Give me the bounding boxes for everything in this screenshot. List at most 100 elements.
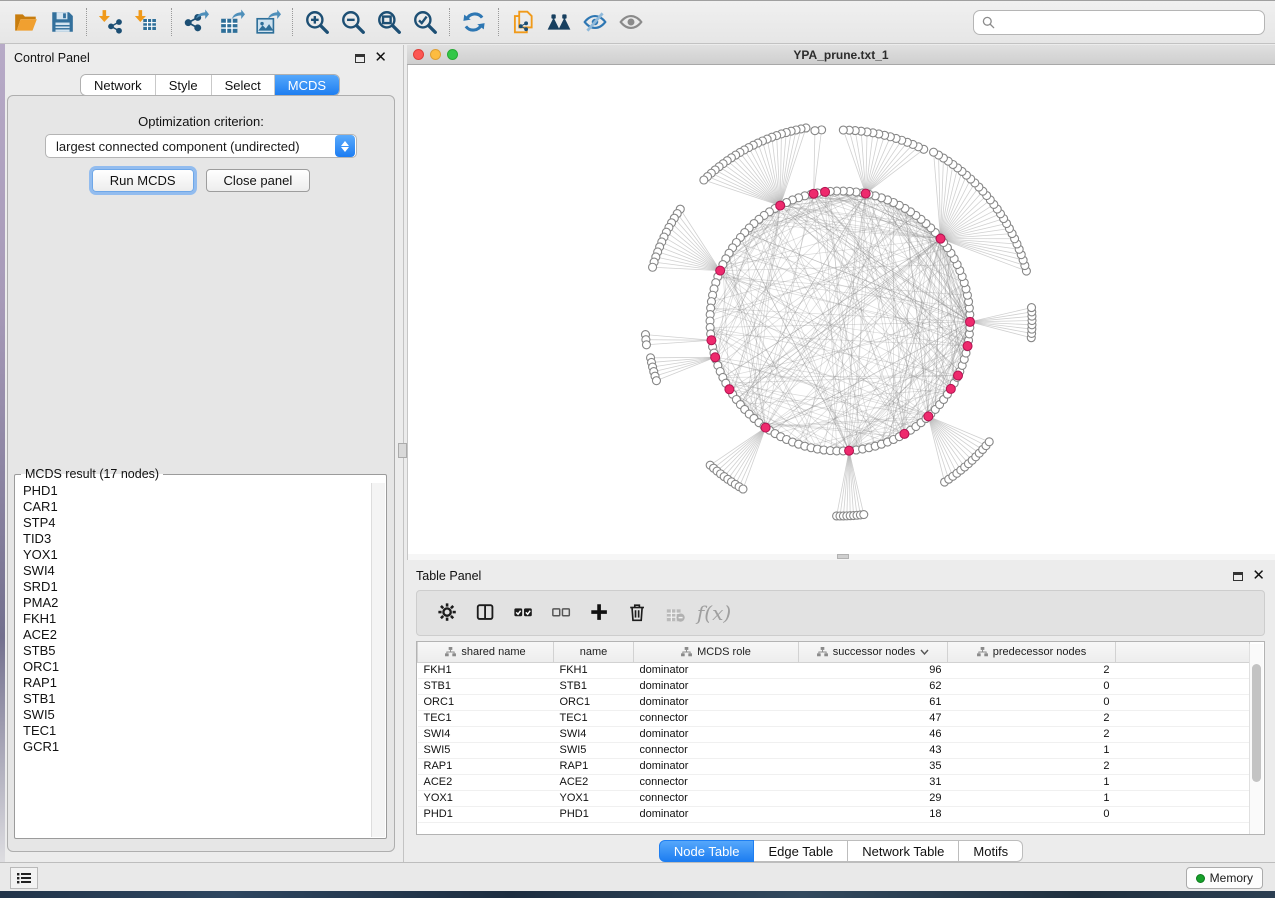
table-float-window-icon[interactable] (1233, 572, 1243, 581)
mcds-result-box: MCDS result (17 nodes) PHD1CAR1STP4TID3Y… (14, 467, 387, 839)
optimization-criterion-select[interactable]: largest connected component (undirected) (45, 134, 357, 158)
function-builder-icon: f(x) (697, 601, 731, 625)
toolbar-icon-strip (8, 4, 649, 40)
import-network-button[interactable] (93, 4, 129, 40)
table-row[interactable]: STB1STB1dominator620 (418, 678, 1250, 694)
save-session-button[interactable] (44, 4, 80, 40)
column-header-name[interactable]: name (554, 642, 634, 662)
tab-style[interactable]: Style (156, 75, 212, 95)
mcds-result-item[interactable]: SRD1 (16, 579, 370, 595)
mcds-result-item[interactable]: RAP1 (16, 675, 370, 691)
mcds-result-item[interactable]: ACE2 (16, 627, 370, 643)
columns-button[interactable] (469, 596, 503, 630)
float-window-icon[interactable] (355, 54, 365, 63)
task-history-button[interactable] (10, 867, 38, 889)
table-close-panel-icon[interactable]: ✕ (1252, 571, 1265, 581)
network-hscroll-thumb[interactable] (837, 554, 849, 559)
column-header-predecessor-nodes[interactable]: predecessor nodes (948, 642, 1116, 662)
mcds-list-scrollbar[interactable] (371, 483, 385, 837)
mcds-result-item[interactable]: SWI5 (16, 707, 370, 723)
mcds-result-item[interactable]: CAR1 (16, 499, 370, 515)
mcds-result-item[interactable]: STB1 (16, 691, 370, 707)
mcds-result-item[interactable]: ORC1 (16, 659, 370, 675)
hide-details-icon (582, 9, 608, 35)
column-header-successor-nodes[interactable]: successor nodes (799, 642, 948, 662)
tab-mcds[interactable]: MCDS (275, 75, 339, 95)
status-bar: Memory (0, 862, 1275, 892)
binoculars-find-button[interactable] (541, 4, 577, 40)
refresh-button[interactable] (456, 4, 492, 40)
table-row[interactable]: FKH1FKH1dominator962 (418, 662, 1250, 678)
table-row[interactable]: ORC1ORC1dominator610 (418, 694, 1250, 710)
show-eye-button[interactable] (613, 4, 649, 40)
duplicate-network-button[interactable] (505, 4, 541, 40)
table-row[interactable]: TEC1TEC1connector472 (418, 710, 1250, 726)
mcds-result-item[interactable]: TID3 (16, 531, 370, 547)
mcds-result-item[interactable]: TEC1 (16, 723, 370, 739)
table-row[interactable]: SWI4SWI4dominator462 (418, 726, 1250, 742)
column-header-shared-name[interactable]: shared name (418, 642, 554, 662)
tab-network-table[interactable]: Network Table (848, 840, 959, 862)
table-row[interactable]: SWI5SWI5connector431 (418, 742, 1250, 758)
export-network-button[interactable] (178, 4, 214, 40)
tab-node-table[interactable]: Node Table (659, 840, 755, 862)
table-row[interactable]: ACE2ACE2connector311 (418, 774, 1250, 790)
tab-select[interactable]: Select (212, 75, 275, 95)
search-box[interactable] (973, 10, 1265, 35)
close-panel-icon[interactable]: ✕ (374, 53, 387, 63)
toolbar-separator (86, 8, 87, 36)
zoom-fit-icon (376, 9, 402, 35)
select-all-button[interactable] (507, 596, 541, 630)
deselect-all-button[interactable] (545, 596, 579, 630)
zoom-in-button[interactable] (299, 4, 335, 40)
import-table-button[interactable] (129, 4, 165, 40)
column-header-mcds-role[interactable]: MCDS role (634, 642, 799, 662)
memory-status-icon (1196, 874, 1205, 883)
toolbar-separator (171, 8, 172, 36)
export-image-button[interactable] (250, 4, 286, 40)
table-panel: Table Panel ✕ f(x) shared namenameMCDS r… (407, 560, 1275, 862)
run-mcds-button[interactable]: Run MCDS (92, 169, 194, 192)
columns-icon (475, 602, 497, 624)
list-icon (16, 871, 32, 885)
tab-network[interactable]: Network (81, 75, 156, 95)
show-eye-icon (618, 9, 644, 35)
network-view-window: YPA_prune.txt_1 (407, 45, 1275, 560)
mcds-result-item[interactable]: SWI4 (16, 563, 370, 579)
vertical-splitter-handle[interactable] (398, 443, 407, 458)
tab-edge-table[interactable]: Edge Table (754, 840, 848, 862)
network-window-titlebar[interactable]: YPA_prune.txt_1 (407, 45, 1275, 65)
add-row-button[interactable] (583, 596, 617, 630)
zoom-selected-button[interactable] (407, 4, 443, 40)
mcds-result-list[interactable]: PHD1CAR1STP4TID3YOX1SWI4SRD1PMA2FKH1ACE2… (16, 483, 370, 837)
close-panel-button[interactable]: Close panel (206, 169, 311, 192)
network-graph[interactable] (408, 65, 1275, 560)
mcds-result-item[interactable]: STP4 (16, 515, 370, 531)
settings-gear-button[interactable] (431, 596, 465, 630)
mcds-result-item[interactable]: STB5 (16, 643, 370, 659)
desktop-wallpaper-bottom (0, 891, 1275, 898)
network-canvas[interactable] (407, 65, 1275, 560)
table-vscroll-thumb[interactable] (1252, 664, 1261, 782)
optimization-criterion-label: Optimization criterion: (8, 114, 394, 129)
memory-label: Memory (1210, 871, 1253, 885)
control-panel-title: Control Panel (5, 51, 355, 65)
tab-motifs[interactable]: Motifs (959, 840, 1023, 862)
export-table-button[interactable] (214, 4, 250, 40)
zoom-fit-button[interactable] (371, 4, 407, 40)
mcds-result-item[interactable]: PHD1 (16, 483, 370, 499)
table-row[interactable]: RAP1RAP1dominator352 (418, 758, 1250, 774)
zoom-out-button[interactable] (335, 4, 371, 40)
delete-row-button[interactable] (621, 596, 655, 630)
mcds-result-item[interactable]: FKH1 (16, 611, 370, 627)
mcds-result-item[interactable]: GCR1 (16, 739, 370, 755)
search-input[interactable] (1001, 15, 1256, 31)
open-session-button[interactable] (8, 4, 44, 40)
memory-button[interactable]: Memory (1186, 867, 1263, 889)
table-row[interactable]: YOX1YOX1connector291 (418, 790, 1250, 806)
table-row[interactable]: PHD1PHD1dominator180 (418, 806, 1250, 822)
hide-details-button[interactable] (577, 4, 613, 40)
table-vscrollbar[interactable] (1249, 644, 1263, 834)
mcds-result-item[interactable]: YOX1 (16, 547, 370, 563)
mcds-result-item[interactable]: PMA2 (16, 595, 370, 611)
